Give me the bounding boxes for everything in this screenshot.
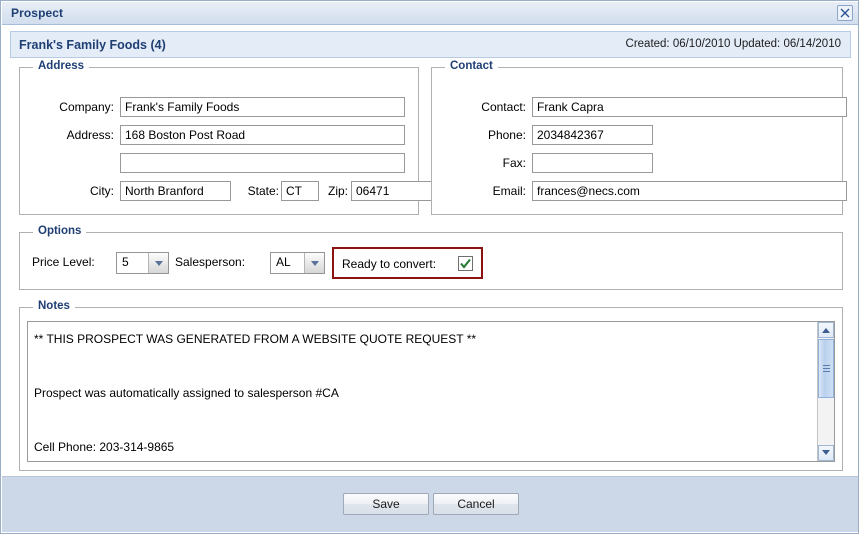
phone-label: Phone:: [487, 128, 526, 142]
address-line2-input[interactable]: [120, 153, 405, 173]
record-timestamps: Created: 06/10/2010 Updated: 06/14/2010: [625, 38, 841, 50]
salesperson-value: AL: [276, 255, 291, 269]
address-section: Address Company: Address: City: State: Z…: [19, 60, 432, 215]
state-input[interactable]: [281, 181, 319, 201]
price-level-select[interactable]: 5: [116, 252, 169, 274]
window-title: Prospect: [11, 6, 64, 20]
fax-label: Fax:: [502, 156, 526, 170]
zip-input[interactable]: [351, 181, 432, 201]
chevron-down-icon: [148, 253, 168, 273]
notes-section-legend: Notes: [33, 300, 75, 312]
notes-section: Notes ** THIS PROSPECT WAS GENERATED FRO…: [19, 300, 843, 471]
contact-name-label: Contact:: [481, 100, 526, 114]
state-label: State:: [247, 184, 279, 198]
dialog-footer: Save Cancel: [2, 476, 858, 532]
address-label: Address:: [66, 128, 114, 142]
check-icon: [460, 258, 471, 269]
record-title: Frank's Family Foods (4): [19, 38, 166, 52]
notes-textarea[interactable]: ** THIS PROSPECT WAS GENERATED FROM A WE…: [27, 321, 835, 462]
city-input[interactable]: [120, 181, 231, 201]
close-icon: [840, 8, 850, 18]
contact-name-input[interactable]: [532, 97, 847, 117]
price-level-value: 5: [122, 255, 129, 269]
city-label: City:: [90, 184, 114, 198]
record-header: Frank's Family Foods (4) Created: 06/10/…: [10, 31, 851, 58]
options-section: Options Price Level: 5 Salesperson: AL R…: [19, 225, 843, 290]
ready-to-convert-highlight: Ready to convert:: [332, 247, 483, 279]
zip-label: Zip:: [327, 184, 348, 198]
save-button[interactable]: Save: [343, 493, 429, 515]
email-label: Email:: [492, 184, 526, 198]
price-level-label: Price Level:: [32, 255, 95, 269]
salesperson-label: Salesperson:: [175, 255, 246, 269]
contact-section-legend: Contact: [445, 60, 498, 72]
scrollbar-thumb[interactable]: [818, 339, 834, 398]
prospect-dialog: Prospect Frank's Family Foods (4) Create…: [0, 0, 859, 534]
fax-input[interactable]: [532, 153, 653, 173]
ready-to-convert-checkbox[interactable]: [458, 256, 473, 271]
notes-scrollbar[interactable]: [817, 322, 834, 461]
cancel-button[interactable]: Cancel: [433, 493, 519, 515]
contact-section: Contact Contact: Phone: Fax: Email:: [431, 60, 847, 215]
scroll-down-button[interactable]: [818, 445, 834, 461]
chevron-down-icon: [304, 253, 324, 273]
company-label: Company:: [59, 100, 114, 114]
options-section-legend: Options: [33, 225, 87, 237]
scrollbar-grip-icon: [823, 365, 830, 372]
close-button[interactable]: [837, 5, 853, 21]
address-line1-input[interactable]: [120, 125, 405, 145]
ready-to-convert-label: Ready to convert:: [342, 257, 437, 271]
notes-text: ** THIS PROSPECT WAS GENERATED FROM A WE…: [34, 332, 477, 454]
address-section-legend: Address: [33, 60, 90, 72]
salesperson-select[interactable]: AL: [270, 252, 325, 274]
scroll-up-button[interactable]: [818, 322, 834, 338]
email-input[interactable]: [532, 181, 847, 201]
company-input[interactable]: [120, 97, 405, 117]
title-bar: Prospect: [2, 2, 858, 25]
phone-input[interactable]: [532, 125, 653, 145]
